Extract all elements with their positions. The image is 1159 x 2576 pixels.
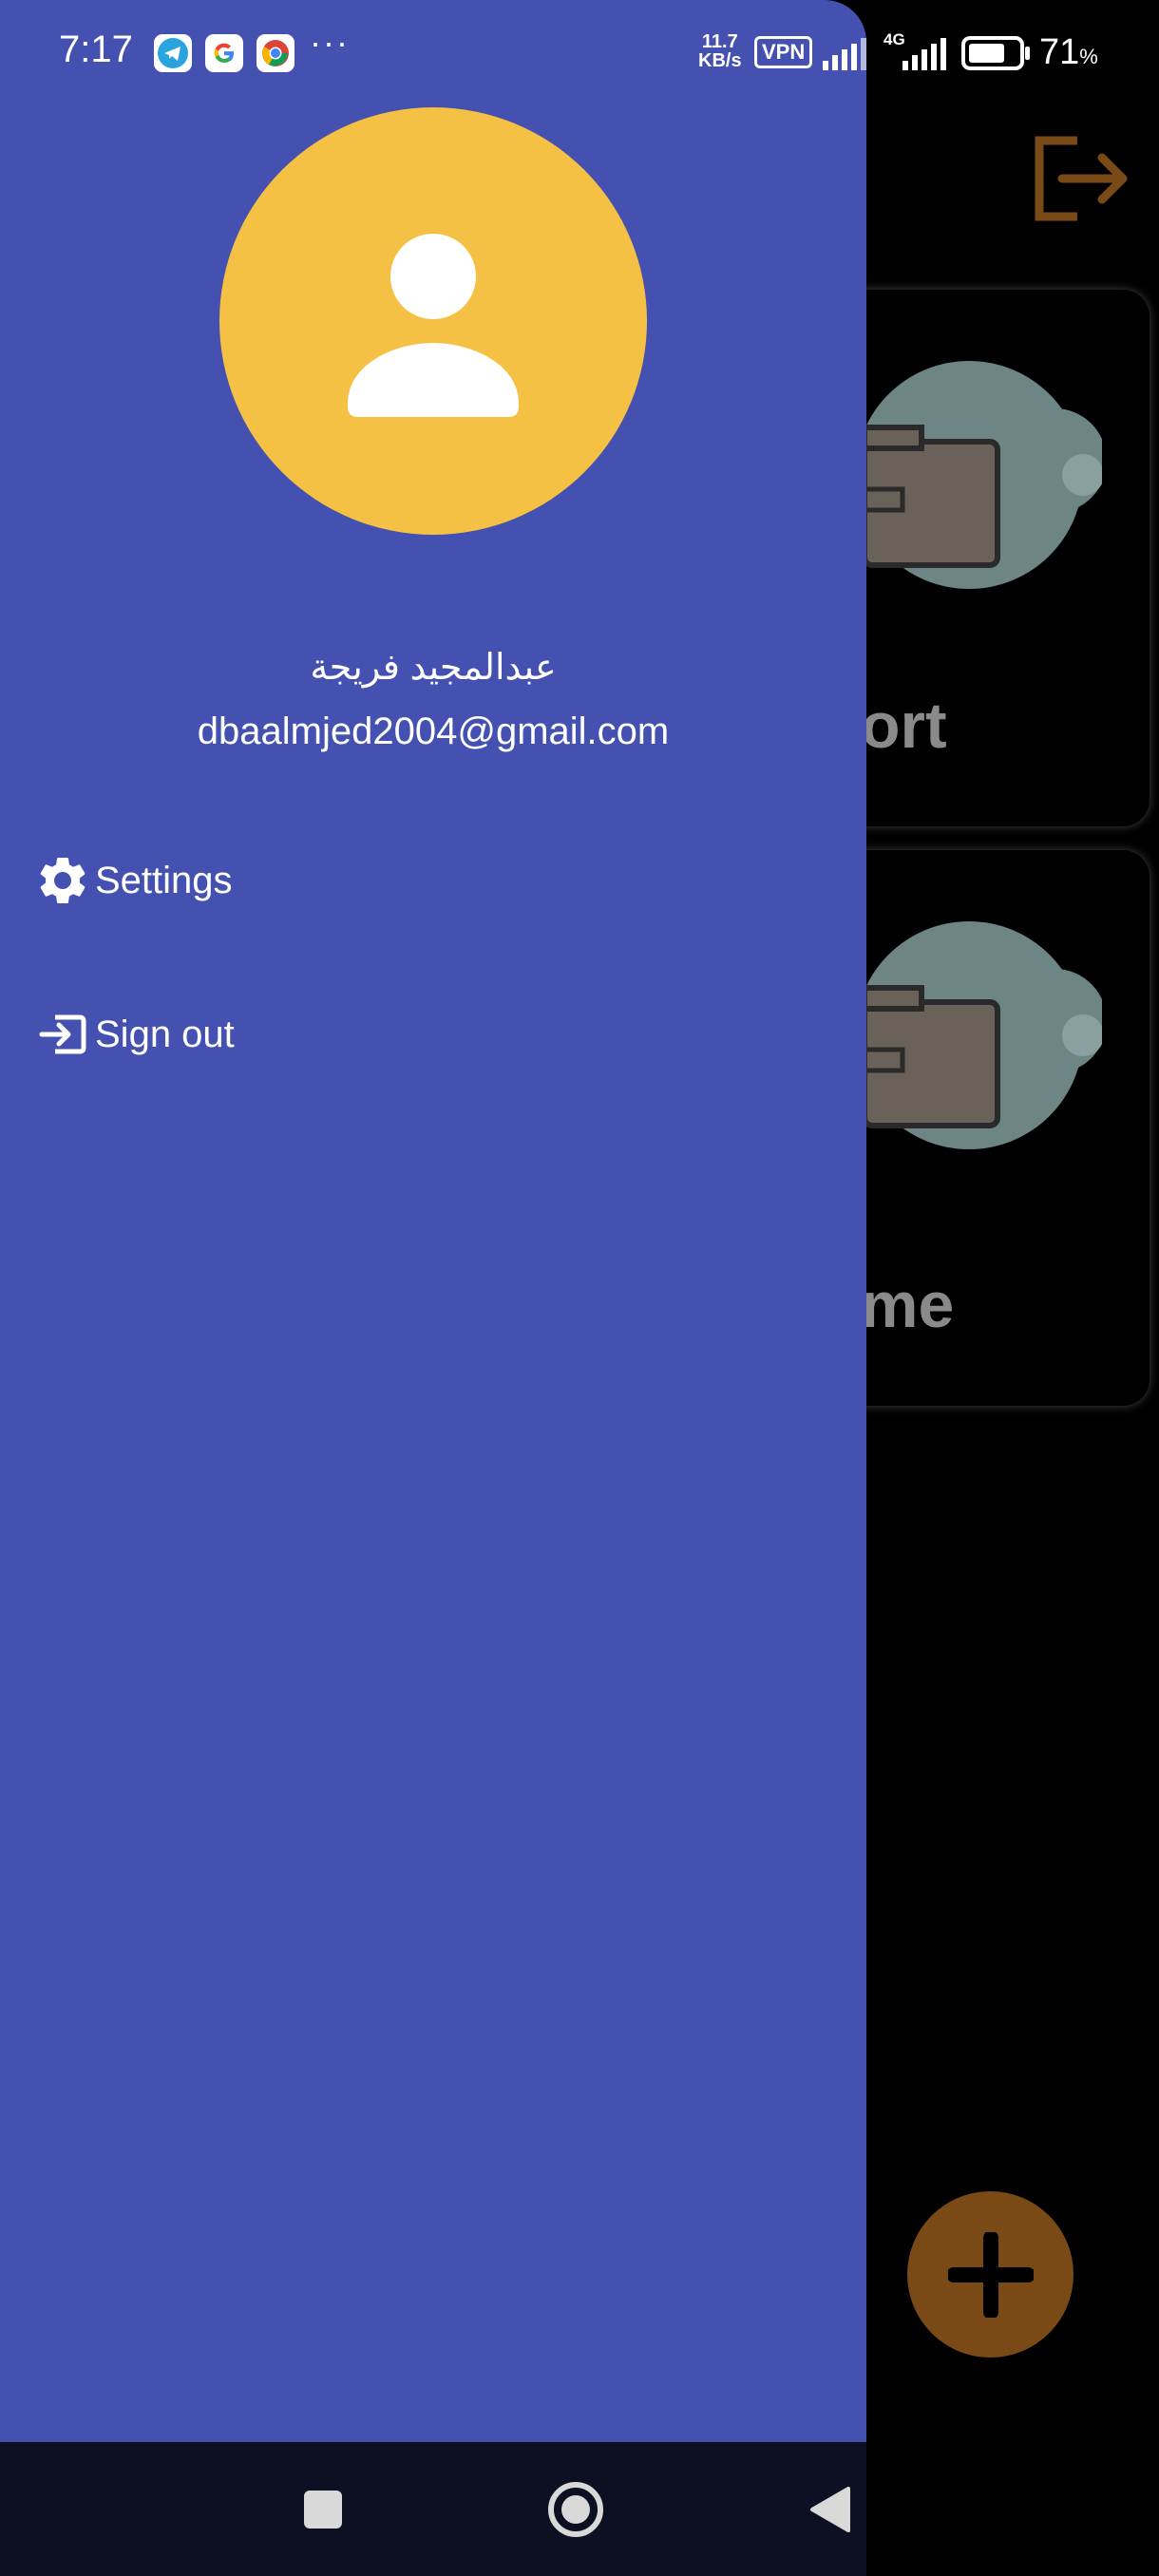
plus-icon: [947, 2231, 1034, 2318]
chrome-icon: [256, 34, 294, 72]
navbar-background: [866, 2442, 1159, 2576]
telegram-icon: [154, 34, 192, 72]
home-card-label: me: [861, 1269, 955, 1341]
signal-icon: [823, 38, 866, 70]
back-triangle-icon: [810, 2487, 850, 2532]
network-speed: 11.7 KB/s: [698, 31, 742, 71]
menu-item-settings[interactable]: Settings: [34, 843, 233, 919]
square-icon: [304, 2491, 342, 2529]
status-bar: 7:17 ··· 11.7 KB/s VPN 4G 71%: [0, 0, 1159, 104]
add-button[interactable]: [907, 2191, 1074, 2358]
battery-icon: [961, 36, 1030, 70]
menu-item-label: Sign out: [95, 1013, 235, 1055]
battery-percent: 71%: [1039, 32, 1098, 72]
user-email: dbaalmjed2004@gmail.com: [197, 710, 670, 752]
home-button[interactable]: [542, 2478, 609, 2541]
circle-icon: [548, 2482, 603, 2537]
logout-icon[interactable]: [1028, 133, 1132, 224]
clock: 7:17: [59, 28, 133, 70]
user-name: عبدالمجيد فريجة: [310, 648, 557, 688]
more-notifications-icon: ···: [310, 23, 350, 62]
google-icon: [205, 34, 243, 72]
cloud-folder-illustration: [855, 921, 1102, 1149]
gear-icon: [34, 852, 91, 909]
report-card-label: ort: [861, 690, 947, 762]
sign-out-icon: [34, 1006, 91, 1063]
recents-button[interactable]: [290, 2478, 356, 2541]
avatar[interactable]: [219, 107, 647, 535]
menu-item-sign-out[interactable]: Sign out: [34, 996, 235, 1072]
menu-item-label: Settings: [95, 859, 233, 901]
cloud-folder-illustration: [855, 361, 1102, 589]
navigation-drawer: عبدالمجيد فريجة dbaalmjed2004@gmail.com …: [0, 0, 866, 2576]
navigation-bar: [0, 2442, 866, 2576]
vpn-badge: VPN: [754, 36, 813, 68]
back-button[interactable]: [796, 2478, 863, 2541]
person-icon: [348, 234, 519, 417]
signal-icon-2: [902, 38, 946, 70]
